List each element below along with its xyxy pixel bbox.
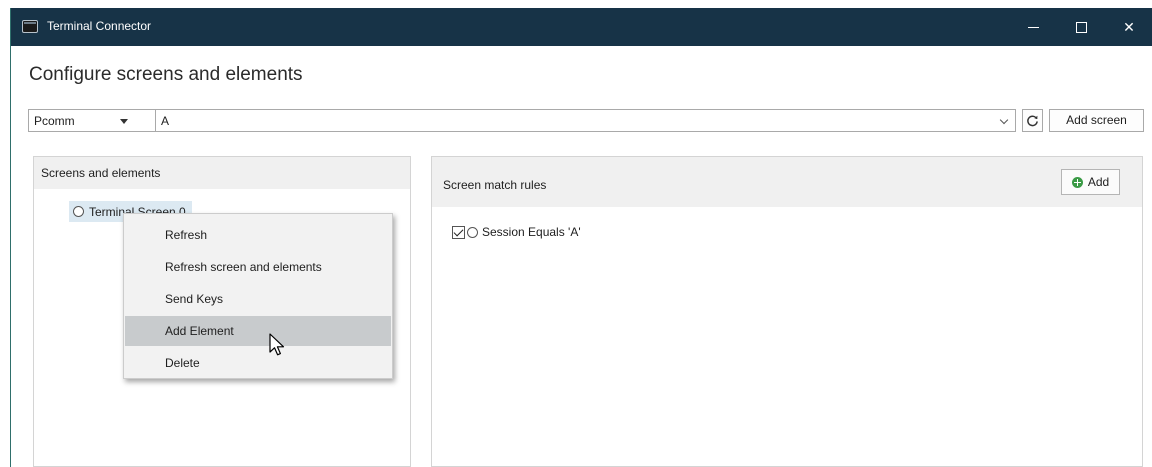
menu-item-send-keys[interactable]: Send Keys [125, 284, 391, 314]
add-rule-button[interactable]: Add [1061, 169, 1120, 195]
radio-icon [73, 206, 84, 217]
panel-header: Screen match rules Add [432, 157, 1142, 207]
panel-title: Screen match rules [443, 178, 547, 192]
menu-item-add-element[interactable]: Add Element [125, 316, 391, 346]
refresh-button[interactable] [1022, 109, 1043, 132]
match-rule-row: Session Equals 'A' [452, 225, 581, 239]
rule-enabled-checkbox[interactable] [452, 225, 465, 239]
connection-select[interactable]: Pcomm [28, 109, 156, 132]
connection-select-value: Pcomm [34, 114, 75, 128]
page-title: Configure screens and elements [29, 64, 303, 85]
app-window: Terminal Connector ✕ Configure screens a… [10, 8, 1152, 467]
panel-title: Screens and elements [41, 166, 161, 180]
rule-radio-icon[interactable] [467, 226, 478, 238]
maximize-button[interactable] [1061, 8, 1101, 46]
title-bar[interactable]: Terminal Connector ✕ [11, 8, 1152, 46]
refresh-icon [1027, 115, 1038, 127]
minimize-button[interactable] [1013, 8, 1053, 46]
close-icon: ✕ [1123, 18, 1135, 35]
close-button[interactable]: ✕ [1109, 8, 1149, 46]
dropdown-arrow-icon [120, 119, 128, 124]
window-title: Terminal Connector [47, 19, 152, 33]
context-menu: Refresh Refresh screen and elements Send… [123, 213, 393, 379]
menu-item-delete[interactable]: Delete [125, 348, 391, 378]
add-screen-button[interactable]: Add screen [1049, 109, 1144, 132]
maximize-icon [1075, 21, 1087, 33]
add-rule-label: Add [1087, 175, 1110, 189]
menu-item-refresh[interactable]: Refresh [125, 220, 391, 250]
mouse-pointer-icon [269, 333, 285, 356]
screen-select[interactable]: A [155, 109, 1016, 132]
chevron-down-icon [999, 115, 1009, 125]
screen-match-rules-panel: Screen match rules Add Session Equals 'A… [431, 156, 1143, 467]
terminal-app-icon [22, 20, 38, 33]
screen-select-value: A [161, 114, 170, 128]
add-circle-icon [1071, 176, 1083, 188]
minimize-icon [1027, 26, 1039, 28]
rule-label: Session Equals 'A' [482, 225, 581, 239]
panel-header: Screens and elements [34, 157, 410, 189]
menu-item-refresh-screen-and-elements[interactable]: Refresh screen and elements [125, 252, 391, 282]
